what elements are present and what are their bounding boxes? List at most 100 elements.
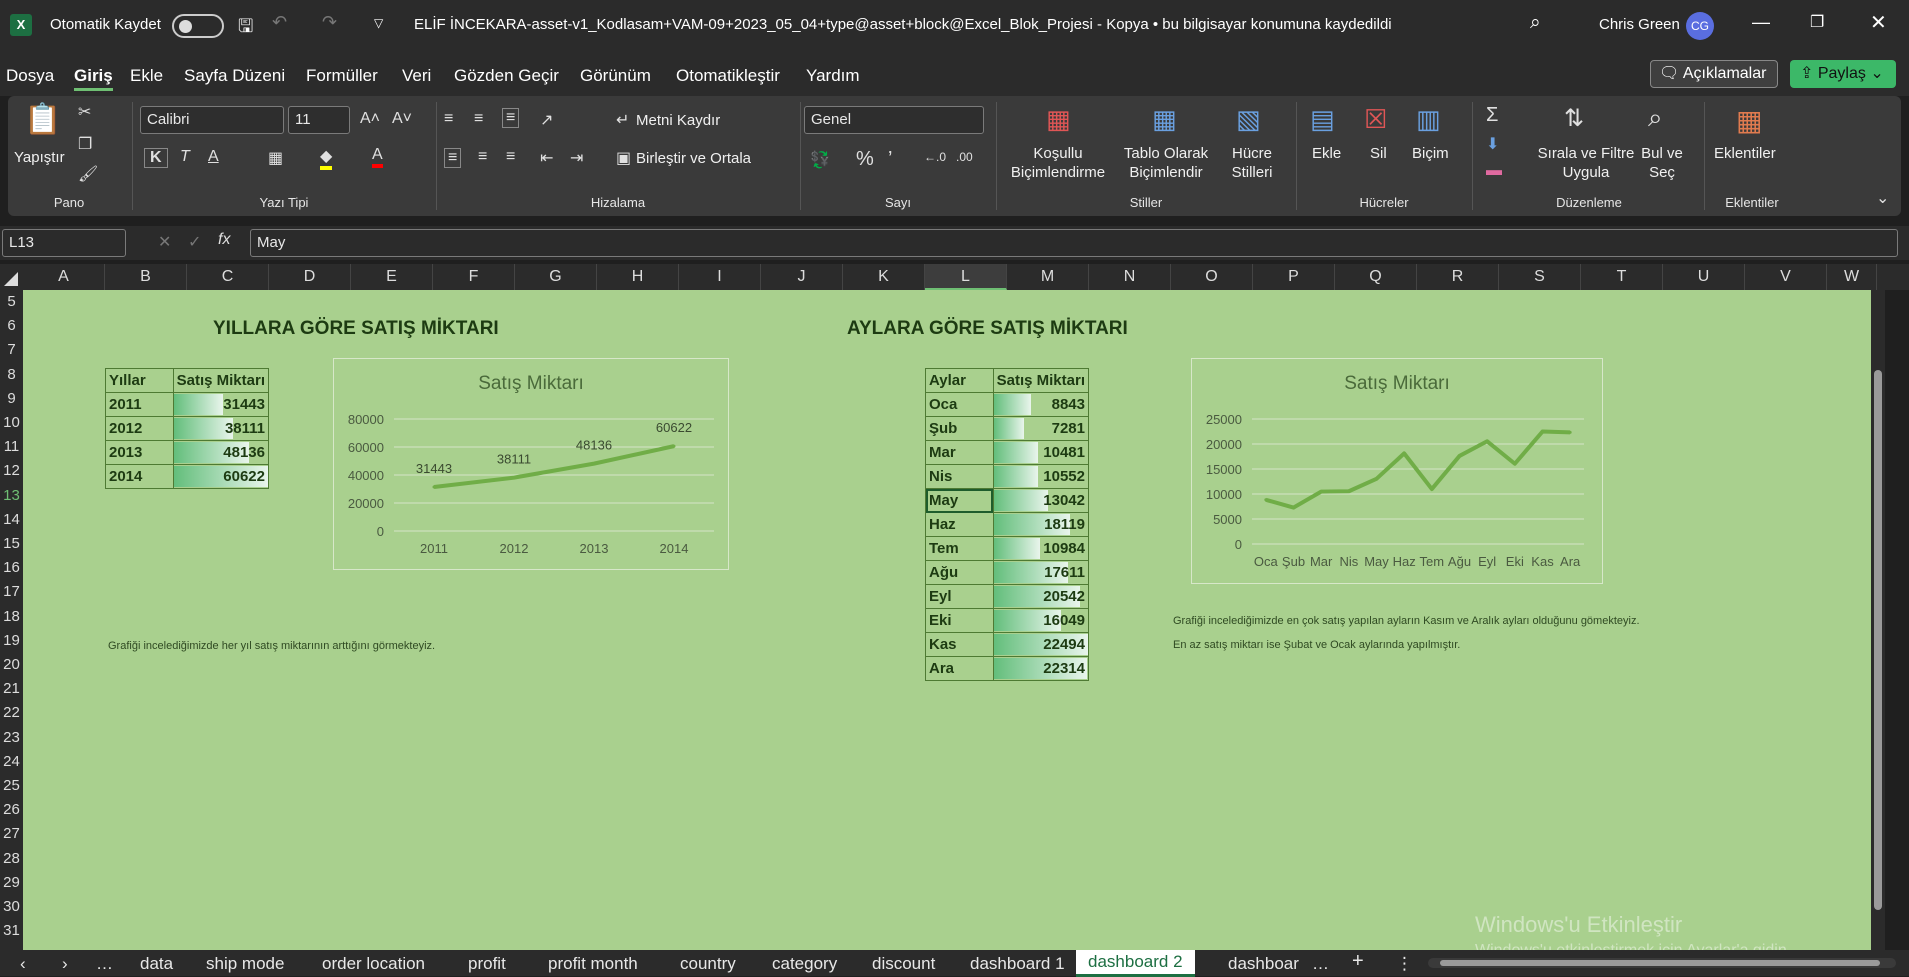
row-header[interactable]: 11	[0, 435, 23, 460]
align-top-icon[interactable]: ≡	[444, 110, 453, 128]
insert-cells-button[interactable]: Ekle	[1312, 144, 1341, 163]
data-bar-cell[interactable]: 38111	[172, 416, 270, 441]
customize-qat-icon[interactable]: ▽	[374, 16, 383, 30]
column-header[interactable]: U	[1663, 264, 1745, 290]
sort-filter-button[interactable]: Sırala ve Filtre Uygula	[1536, 144, 1636, 182]
number-format-select[interactable]: Genel	[804, 106, 984, 134]
more-tabs-left-icon[interactable]: …	[96, 954, 113, 974]
menu-dosya[interactable]: Dosya	[6, 66, 54, 86]
cell-label[interactable]: Şub	[925, 416, 994, 441]
conditional-format-icon[interactable]: ▦	[1046, 104, 1071, 135]
data-bar-cell[interactable]: 8843	[992, 392, 1090, 417]
data-bar-cell[interactable]: 31443	[172, 392, 270, 417]
column-header[interactable]: M	[1007, 264, 1089, 290]
cell-label[interactable]: 2013	[105, 440, 174, 465]
menu-gozden-gecir[interactable]: Gözden Geçir	[454, 66, 559, 86]
tab-scroll-left-icon[interactable]: ‹	[20, 954, 26, 974]
enter-icon[interactable]: ✓	[188, 232, 201, 252]
comma-style-icon[interactable]: ’	[888, 148, 892, 171]
row-header[interactable]: 26	[0, 798, 23, 823]
tab-profit[interactable]: profit	[468, 954, 506, 974]
percent-icon[interactable]: %	[856, 148, 874, 171]
italic-icon[interactable]: T	[180, 148, 190, 166]
sort-filter-icon[interactable]: ⇅	[1564, 104, 1584, 133]
format-cells-button[interactable]: Biçim	[1412, 144, 1449, 163]
data-bar-cell[interactable]: 16049	[992, 608, 1090, 633]
row-header[interactable]: 12	[0, 459, 23, 484]
row-header[interactable]: 27	[0, 822, 23, 847]
row-header[interactable]: 5	[0, 290, 23, 314]
row-header[interactable]: 21	[0, 677, 23, 702]
increase-decimal-icon[interactable]: ←.0	[924, 150, 946, 164]
insert-cells-icon[interactable]: ▤	[1310, 104, 1335, 135]
user-name[interactable]: Chris Green	[1599, 16, 1680, 33]
format-painter-icon[interactable]: 🖌	[78, 164, 98, 184]
data-bar-cell[interactable]: 17611	[992, 560, 1090, 585]
cell-label[interactable]: Ağu	[925, 560, 994, 585]
column-header[interactable]: G	[515, 264, 597, 290]
tab-category[interactable]: category	[772, 954, 837, 974]
paste-icon[interactable]: 📋	[24, 102, 61, 137]
row-header[interactable]: 10	[0, 411, 23, 435]
decrease-indent-icon[interactable]: ⇤	[540, 148, 553, 168]
data-bar-cell[interactable]: 18119	[992, 512, 1090, 537]
vertical-scrollbar[interactable]	[1871, 290, 1885, 950]
row-header[interactable]: 9	[0, 386, 23, 411]
data-bar-cell[interactable]: 10481	[992, 440, 1090, 465]
column-header[interactable]: Q	[1335, 264, 1417, 290]
column-header[interactable]: E	[351, 264, 433, 290]
name-box[interactable]: L13	[2, 229, 126, 257]
redo-icon[interactable]: ↷	[322, 12, 337, 33]
addins-button[interactable]: Eklentiler	[1714, 144, 1776, 163]
menu-ekle[interactable]: Ekle	[130, 66, 163, 86]
menu-otomatiklestir[interactable]: Otomatikleştir	[676, 66, 780, 86]
cell-label[interactable]: 2011	[105, 392, 174, 417]
yearly-chart[interactable]: Satış Miktarı 0 20000 40000 60000 80000 2011 20…	[333, 358, 729, 570]
align-middle-icon[interactable]: ≡	[474, 110, 483, 128]
column-header[interactable]: A	[23, 264, 105, 290]
tab-discount[interactable]: discount	[872, 954, 935, 974]
fill-icon[interactable]: ⬇	[1486, 134, 1499, 154]
underline-icon[interactable]: A	[208, 148, 219, 166]
tab-order-location[interactable]: order location	[322, 954, 425, 974]
cell-label[interactable]: Nis	[925, 464, 994, 489]
column-header[interactable]: C	[187, 264, 269, 290]
row-header[interactable]: 6	[0, 314, 23, 339]
table-header[interactable]: Satış Miktarı	[172, 368, 270, 393]
row-header[interactable]: 14	[0, 507, 23, 532]
data-bar-cell[interactable]: 20542	[992, 584, 1090, 609]
avatar[interactable]: CG	[1686, 12, 1714, 40]
row-header[interactable]: 20	[0, 653, 23, 677]
font-color-icon[interactable]: A	[372, 146, 383, 168]
row-header[interactable]: 19	[0, 628, 23, 653]
data-bar-cell[interactable]: 48136	[172, 440, 270, 465]
column-header[interactable]: D	[269, 264, 351, 290]
merge-center-button[interactable]: Birleştir ve Ortala	[636, 149, 751, 168]
tab-scroll-right-icon[interactable]: ›	[62, 954, 68, 974]
column-header[interactable]: L	[925, 264, 1007, 290]
cell-label[interactable]: Kas	[925, 632, 994, 657]
cell-styles-button[interactable]: Hücre Stilleri	[1222, 144, 1282, 182]
find-select-icon[interactable]: ⌕	[1648, 102, 1663, 134]
orientation-icon[interactable]: ↗	[540, 110, 553, 130]
cell-label[interactable]: 2014	[105, 464, 174, 489]
bold-icon[interactable]: K	[144, 148, 168, 168]
conditional-format-button[interactable]: Koşullu Biçimlendirme	[1006, 144, 1110, 182]
data-bar-cell[interactable]: 10984	[992, 536, 1090, 561]
row-header[interactable]: 29	[0, 870, 23, 895]
menu-giris[interactable]: Giriş	[74, 66, 113, 91]
paste-button[interactable]: Yapıştır	[14, 148, 65, 167]
column-header[interactable]: J	[761, 264, 843, 290]
options-icon[interactable]: ⋮	[1396, 954, 1413, 974]
delete-cells-button[interactable]: Sil	[1370, 144, 1387, 163]
decrease-font-icon[interactable]: A˅	[392, 110, 412, 128]
row-header[interactable]: 23	[0, 725, 23, 750]
select-all-corner[interactable]	[4, 272, 18, 286]
row-header[interactable]: 8	[0, 362, 23, 387]
column-header[interactable]: P	[1253, 264, 1335, 290]
tab-dashboar[interactable]: dashboar	[1228, 954, 1299, 974]
tab-data[interactable]: data	[140, 954, 173, 974]
save-icon[interactable]: 🖫	[238, 14, 253, 44]
row-header[interactable]: 30	[0, 895, 23, 919]
formula-input[interactable]: May	[250, 229, 1898, 257]
